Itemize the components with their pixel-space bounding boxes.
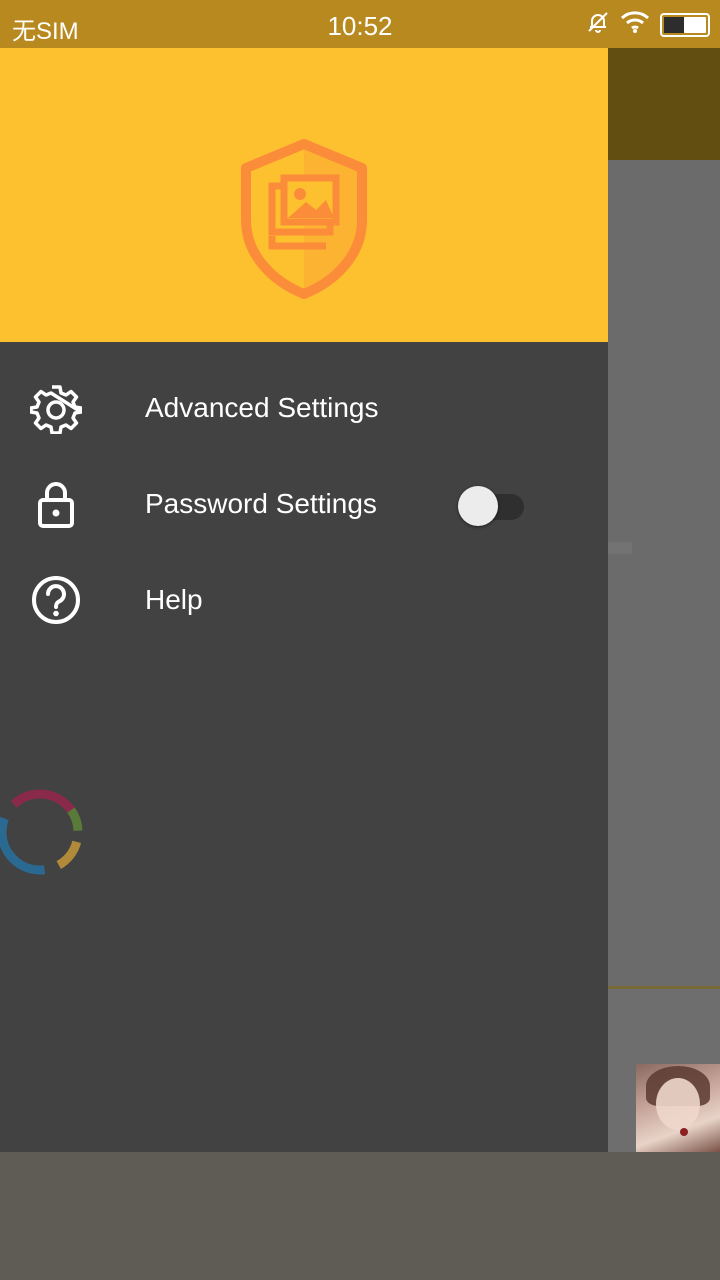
password-toggle-switch[interactable] <box>458 484 526 526</box>
lock-icon <box>30 478 82 530</box>
wifi-icon <box>620 10 650 39</box>
status-bar: 无SIM 10:52 <box>0 0 720 48</box>
menu-item-label: Help <box>145 584 203 615</box>
drawer-menu: Advanced Settings Password Settings Help <box>0 342 608 648</box>
battery-empty-part <box>664 16 684 33</box>
background-thumbnail[interactable] <box>636 1064 720 1152</box>
navigation-drawer: Advanced Settings Password Settings Help <box>0 0 608 1152</box>
background-divider <box>608 986 720 989</box>
menu-item-label: Advanced Settings <box>145 392 379 423</box>
bottom-bar <box>0 1152 720 1280</box>
menu-item-advanced-settings[interactable]: Advanced Settings <box>0 360 608 456</box>
menu-item-password-settings[interactable]: Password Settings <box>0 456 608 552</box>
thumbnail-face <box>656 1078 700 1130</box>
toggle-knob <box>458 486 498 526</box>
drawer-header <box>0 48 608 342</box>
battery-icon <box>660 12 710 37</box>
status-icons <box>586 10 710 39</box>
battery-fill <box>684 16 706 33</box>
loading-spinner-icon <box>0 786 86 883</box>
menu-item-help[interactable]: Help <box>0 552 608 648</box>
menu-item-label: Password Settings <box>145 488 377 519</box>
background-separator <box>608 542 632 554</box>
bell-muted-icon <box>586 10 610 39</box>
gear-icon <box>30 382 82 434</box>
shield-gallery-icon <box>236 138 372 307</box>
help-icon <box>30 574 82 626</box>
thumbnail-accent <box>680 1128 688 1136</box>
